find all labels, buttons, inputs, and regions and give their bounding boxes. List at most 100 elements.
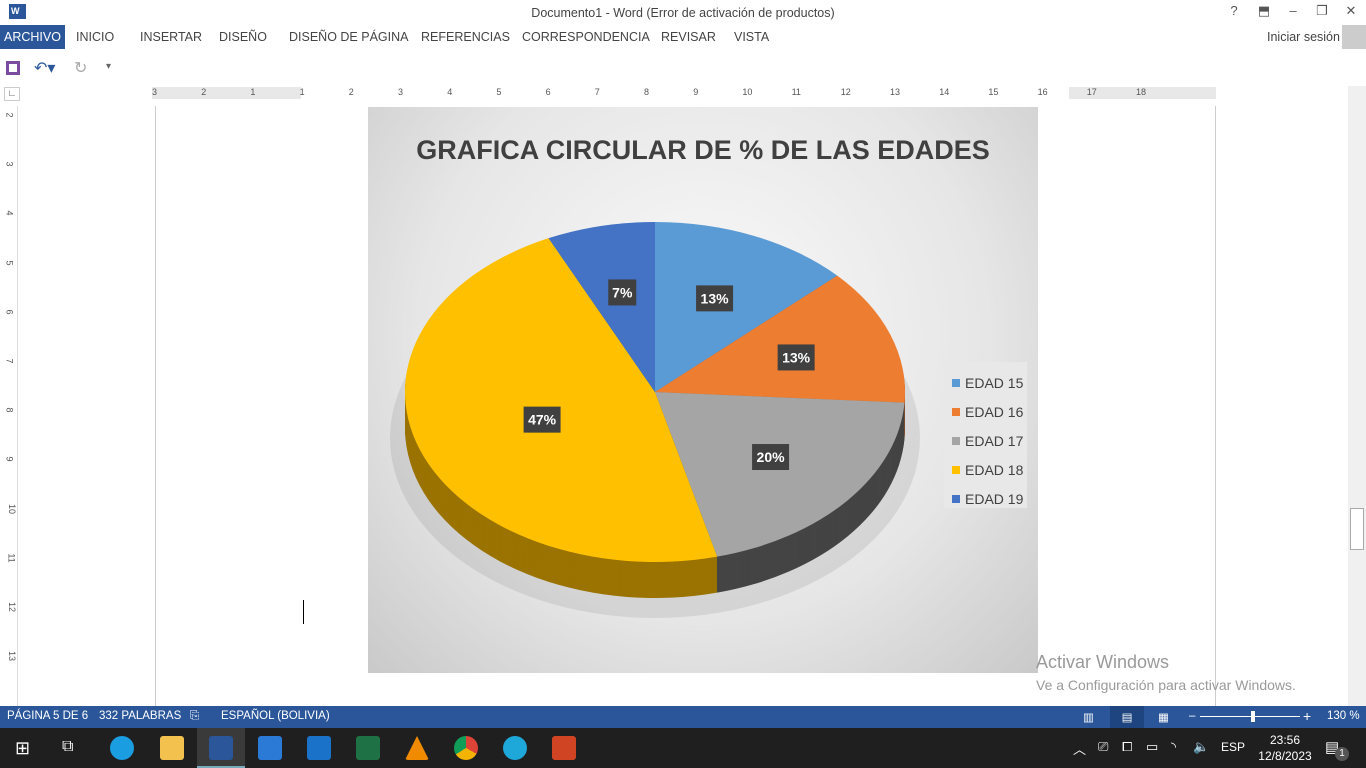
pie-chart[interactable]: GRAFICA CIRCULAR DE % DE LAS EDADES 13% 1… <box>368 107 1038 673</box>
ruler-number: 14 <box>939 87 950 97</box>
save-icon[interactable] <box>6 61 20 75</box>
cortana-app-icon[interactable] <box>503 736 527 760</box>
window-title: Documento1 - Word (Error de activación d… <box>531 6 835 20</box>
battery-icon[interactable]: ▭ <box>1146 739 1158 755</box>
clock-date: 12/8/2023 <box>1258 749 1312 763</box>
task-view-icon[interactable]: ⧉ <box>62 738 73 756</box>
zoom-slider-thumb[interactable] <box>1251 711 1255 722</box>
ruler-number: 12 <box>7 601 18 613</box>
tab-referencias[interactable]: REFERENCIAS <box>417 25 514 49</box>
meet-now-icon[interactable]: ⎚ <box>1098 739 1108 755</box>
legend-label: EDAD 18 <box>965 462 1024 479</box>
legend-label: EDAD 15 <box>965 374 1024 391</box>
ruler-number: 13 <box>890 87 901 97</box>
text-cursor <box>303 600 304 624</box>
ruler-number: 2 <box>201 87 207 97</box>
tab-diseno-pagina[interactable]: DISEÑO DE PÁGINA <box>285 25 412 49</box>
close-button[interactable]: ✕ <box>1337 3 1365 19</box>
ribbon-display-icon[interactable]: ⬒ <box>1250 3 1278 19</box>
file-explorer-icon[interactable] <box>160 736 184 760</box>
undo-icon[interactable]: ↶▾ <box>34 58 55 78</box>
wifi-icon[interactable]: ◝ <box>1171 739 1176 755</box>
legend-swatch <box>952 378 960 387</box>
tab-archivo[interactable]: ARCHIVO <box>0 25 65 49</box>
data-label: 20% <box>757 449 786 465</box>
notification-count: 1 <box>1335 747 1349 761</box>
restore-button[interactable]: ❐ <box>1308 3 1336 19</box>
mail-icon[interactable] <box>307 736 331 760</box>
tab-insertar[interactable]: INSERTAR <box>136 25 206 49</box>
zoom-level[interactable]: 130 % <box>1327 710 1360 722</box>
vertical-ruler[interactable]: 2 3 4 5 6 7 8 9 10 11 12 13 <box>3 106 18 706</box>
language-indicator[interactable]: ESPAÑOL (BOLIVIA) <box>221 710 330 722</box>
show-hidden-icons[interactable]: ︿ <box>1073 739 1086 758</box>
legend-label: EDAD 19 <box>965 491 1024 508</box>
chrome-icon[interactable] <box>454 736 478 760</box>
clock-time: 23:56 <box>1269 733 1301 747</box>
ruler-number: 10 <box>7 503 18 514</box>
watermark-subtitle: Ve a Configuración para activar Windows. <box>1036 677 1296 693</box>
taskbar: ⊞ ⧉ ︿ ⎚ ⧠ ▭ ◝ 🔈 ESP 23:56 12/8/2023 ▤ 1 <box>0 728 1366 768</box>
word-taskbar-button[interactable] <box>197 728 245 768</box>
zoom-in-button[interactable]: + <box>1303 708 1311 724</box>
customize-toolbar-icon[interactable]: ▾ <box>106 61 111 72</box>
vertical-scrollbar[interactable] <box>1348 86 1366 706</box>
ruler-number: 10 <box>742 87 753 97</box>
ruler-number: 8 <box>4 407 15 413</box>
web-layout-icon[interactable]: ▦ <box>1158 710 1169 724</box>
page-count[interactable]: PÁGINA 5 DE 6 <box>7 710 88 722</box>
minimize-button[interactable]: – <box>1279 3 1307 18</box>
scrollbar-thumb[interactable] <box>1350 508 1364 550</box>
ruler-number: 9 <box>693 87 699 97</box>
tab-correspondencia[interactable]: CORRESPONDENCIA <box>518 25 654 49</box>
vlc-icon[interactable] <box>405 736 429 760</box>
ruler-number: 1 <box>250 87 256 97</box>
tab-vista[interactable]: VISTA <box>730 25 773 49</box>
excel-icon[interactable] <box>356 736 380 760</box>
watermark-title: Activar Windows <box>1036 652 1170 672</box>
update-icon[interactable]: ⧠ <box>1122 739 1132 755</box>
legend-swatch <box>952 407 960 416</box>
input-language[interactable]: ESP <box>1221 740 1245 754</box>
ruler-number: 5 <box>496 87 502 97</box>
ruler-number: 3 <box>4 161 15 167</box>
ruler-number: 3 <box>152 87 158 97</box>
legend-swatch <box>952 466 960 475</box>
read-mode-icon[interactable]: ▥ <box>1083 710 1094 724</box>
clock[interactable]: 23:56 12/8/2023 <box>1255 732 1315 764</box>
powerpoint-icon[interactable] <box>552 736 576 760</box>
legend-item: EDAD 18 <box>952 456 1027 485</box>
ruler-number: 2 <box>348 87 354 97</box>
tab-revisar[interactable]: REVISAR <box>657 25 720 49</box>
start-icon[interactable]: ⊞ <box>15 738 30 759</box>
ruler-number: 11 <box>791 87 801 97</box>
word-count[interactable]: 332 PALABRAS <box>99 710 181 722</box>
legend-item: EDAD 19 <box>952 485 1027 514</box>
data-label: 13% <box>701 290 730 306</box>
ruler-number: 8 <box>644 87 650 97</box>
tab-inicio[interactable]: INICIO <box>72 25 118 49</box>
ruler-number: 12 <box>840 87 851 97</box>
help-button[interactable]: ? <box>1220 3 1248 18</box>
volume-icon[interactable]: 🔈 <box>1193 739 1209 755</box>
sign-in-link[interactable]: Iniciar sesión <box>1263 25 1344 49</box>
ruler-number: 15 <box>988 87 999 97</box>
ruler-number: 4 <box>447 87 453 97</box>
edge-icon[interactable] <box>110 736 134 760</box>
horizontal-ruler[interactable]: 3 2 1 1 2 3 4 5 6 7 8 9 10 11 12 13 14 15 16 17 18 <box>152 87 1216 99</box>
title-bar: W Documento1 - Word (Error de activación… <box>0 0 1366 25</box>
tab-selector-icon[interactable]: ∟ <box>4 87 20 101</box>
print-layout-icon[interactable]: ▤ <box>1110 706 1144 728</box>
legend-swatch <box>952 436 960 445</box>
redo-icon[interactable]: ↻ <box>74 58 87 78</box>
zoom-out-button[interactable]: – <box>1189 710 1195 722</box>
store-icon[interactable] <box>258 736 282 760</box>
ruler-number: 17 <box>1086 87 1097 97</box>
ruler-number: 1 <box>299 87 305 97</box>
chart-legend: EDAD 15 EDAD 16 EDAD 17 EDAD 18 EDAD 19 <box>944 362 1027 508</box>
zoom-slider[interactable] <box>1200 716 1300 717</box>
tab-diseno[interactable]: DISEÑO <box>215 25 271 49</box>
pie-plot: 13% 13% 20% 47% 7% <box>390 222 920 618</box>
proofing-icon[interactable]: ⎘ <box>190 710 199 723</box>
avatar[interactable] <box>1342 25 1366 49</box>
